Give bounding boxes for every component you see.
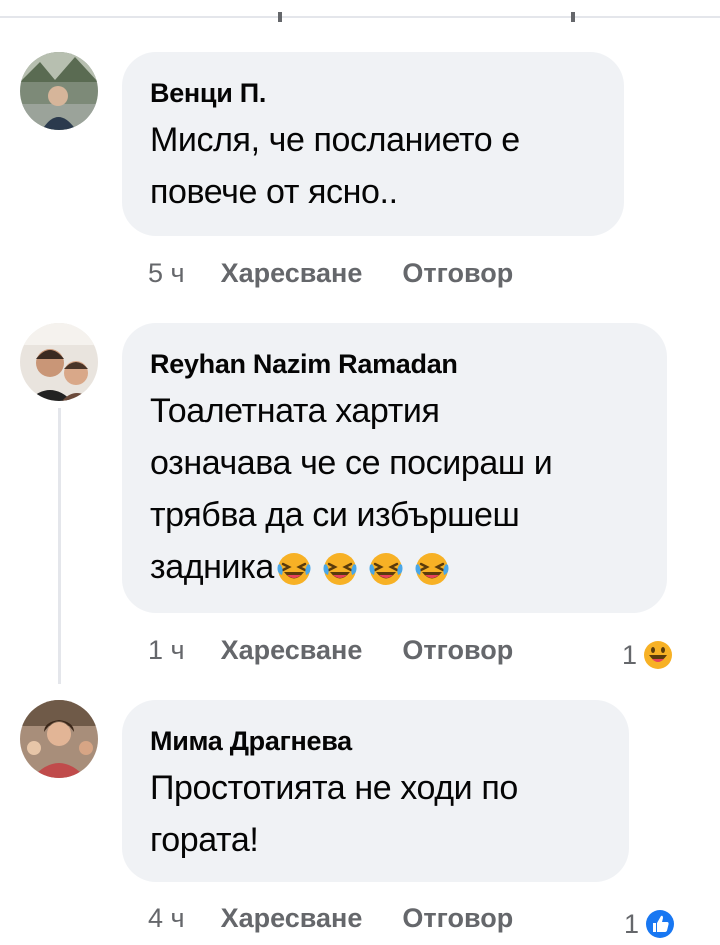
comment-text: Тоалетната хартия означава че се посираш…	[150, 385, 637, 593]
comment-author[interactable]: Венци П.	[150, 76, 594, 110]
reply-button[interactable]: Отговор	[402, 903, 513, 934]
comment-actions: 4 ч Харесване Отговор	[148, 898, 553, 938]
reply-button[interactable]: Отговор	[402, 635, 513, 666]
divider-tick	[278, 12, 282, 22]
laughing-tears-emoji-icon	[369, 553, 403, 586]
like-icon	[644, 908, 677, 940]
comment-text-line: Простотията не ходи по	[150, 769, 518, 807]
top-divider	[0, 16, 720, 18]
comment-actions: 1 ч Харесване Отговор	[148, 630, 553, 670]
reaction-summary[interactable]: 1	[624, 907, 677, 941]
comment-text-line: задника	[150, 548, 274, 586]
avatar[interactable]	[20, 700, 98, 778]
comment-text-line: трябва да си избършеш	[150, 496, 520, 534]
reaction-count: 1	[624, 908, 640, 939]
divider-tick	[571, 12, 575, 22]
comment-text-line: Мисля, че посланието е	[150, 121, 520, 159]
reaction-summary[interactable]: 1	[622, 638, 675, 672]
reply-button[interactable]: Отговор	[402, 258, 513, 289]
comment-text: Простотията не ходи по гората!	[150, 762, 599, 866]
avatar[interactable]	[20, 323, 98, 401]
comment-time[interactable]: 1 ч	[148, 635, 185, 666]
laughing-tears-emoji-icon	[415, 553, 449, 586]
avatar[interactable]	[20, 52, 98, 130]
thread-line	[58, 408, 61, 684]
comment-text-line: Тоалетната хартия	[150, 392, 440, 430]
comment-author[interactable]: Reyhan Nazim Ramadan	[150, 347, 637, 381]
laughing-tears-emoji-icon	[323, 553, 357, 586]
comment-actions: 5 ч Харесване Отговор	[148, 253, 553, 293]
comment-text-line: гората!	[150, 821, 259, 859]
like-button[interactable]: Харесване	[221, 903, 363, 934]
comment-text-line-with-emoji: задника	[150, 541, 637, 593]
comment-time[interactable]: 4 ч	[148, 903, 185, 934]
comment-text-line: означава че се посираш и	[150, 444, 553, 482]
laughing-tears-emoji-icon	[277, 553, 311, 586]
comment-bubble: Мима Драгнева Простотията не ходи по гор…	[122, 700, 629, 882]
haha-icon	[642, 639, 675, 671]
comment-bubble: Reyhan Nazim Ramadan Тоалетната хартия о…	[122, 323, 667, 613]
comment-text: Мисля, че посланието е повече от ясно..	[150, 114, 594, 218]
comment-author[interactable]: Мима Драгнева	[150, 724, 599, 758]
comment-text-line: повече от ясно..	[150, 173, 398, 211]
like-button[interactable]: Харесване	[221, 258, 363, 289]
comment-time[interactable]: 5 ч	[148, 258, 185, 289]
comment-bubble: Венци П. Мисля, че посланието е повече о…	[122, 52, 624, 236]
like-button[interactable]: Харесване	[221, 635, 363, 666]
reaction-count: 1	[622, 639, 638, 670]
